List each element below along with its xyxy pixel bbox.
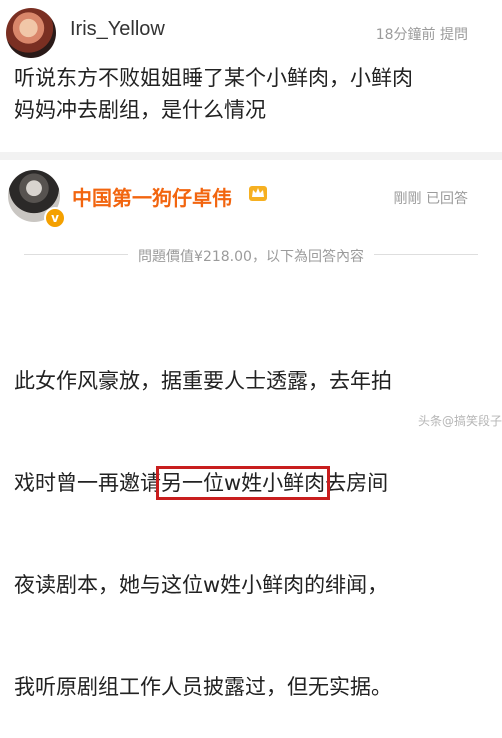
question-line: 妈妈冲去剧组，是什么情况 <box>14 98 266 122</box>
answer-body: 此女作风豪放，据重要人士透露，去年拍 戏时曾一再邀请另一位w姓小鲜肉去房间 夜读… <box>14 296 494 738</box>
question-meta: 18分鐘前 提問 <box>376 24 468 44</box>
watermark: 头条@搞笑段子 <box>417 414 502 428</box>
answer-text: 去房间 <box>325 471 389 495</box>
price-wrap: 問題價值¥218.00，以下為回答內容 <box>0 246 502 266</box>
question-avatar[interactable] <box>6 8 56 58</box>
question-username[interactable]: Iris_Yellow <box>70 18 165 41</box>
answer-time: 剛剛 <box>393 191 422 207</box>
answer-meta: 剛剛 已回答 <box>394 188 468 208</box>
question-action: 提問 <box>440 27 468 43</box>
crown-icon <box>249 186 267 201</box>
answer-line: 夜读剧本，她与这位w姓小鲜肉的绯闻， <box>14 573 389 597</box>
answer-status: 已回答 <box>426 191 468 207</box>
answer-text: 戏时曾一再邀请 <box>14 471 161 495</box>
section-divider <box>0 152 502 160</box>
highlighted-text: 另一位w姓小鲜肉 <box>155 466 331 500</box>
question-price: 問題價值¥218.00，以下為回答內容 <box>128 246 374 266</box>
question-line: 听说东方不败姐姐睡了某个小鲜肉，小鲜肉 <box>14 66 413 90</box>
answer-username[interactable]: 中国第一狗仔卓伟 <box>72 182 232 211</box>
answer-line: 戏时曾一再邀请另一位w姓小鲜肉去房间 <box>14 466 494 500</box>
verified-badge-icon: v <box>44 207 66 229</box>
question-text: 听说东方不败姐姐睡了某个小鲜肉，小鲜肉 妈妈冲去剧组，是什么情况 <box>14 62 494 126</box>
answer-line: 此女作风豪放，据重要人士透露，去年拍 <box>14 369 392 393</box>
answer-line: 我听原剧组工作人员披露过，但无实据。 <box>14 675 392 699</box>
question-time: 18分鐘前 <box>375 27 436 43</box>
